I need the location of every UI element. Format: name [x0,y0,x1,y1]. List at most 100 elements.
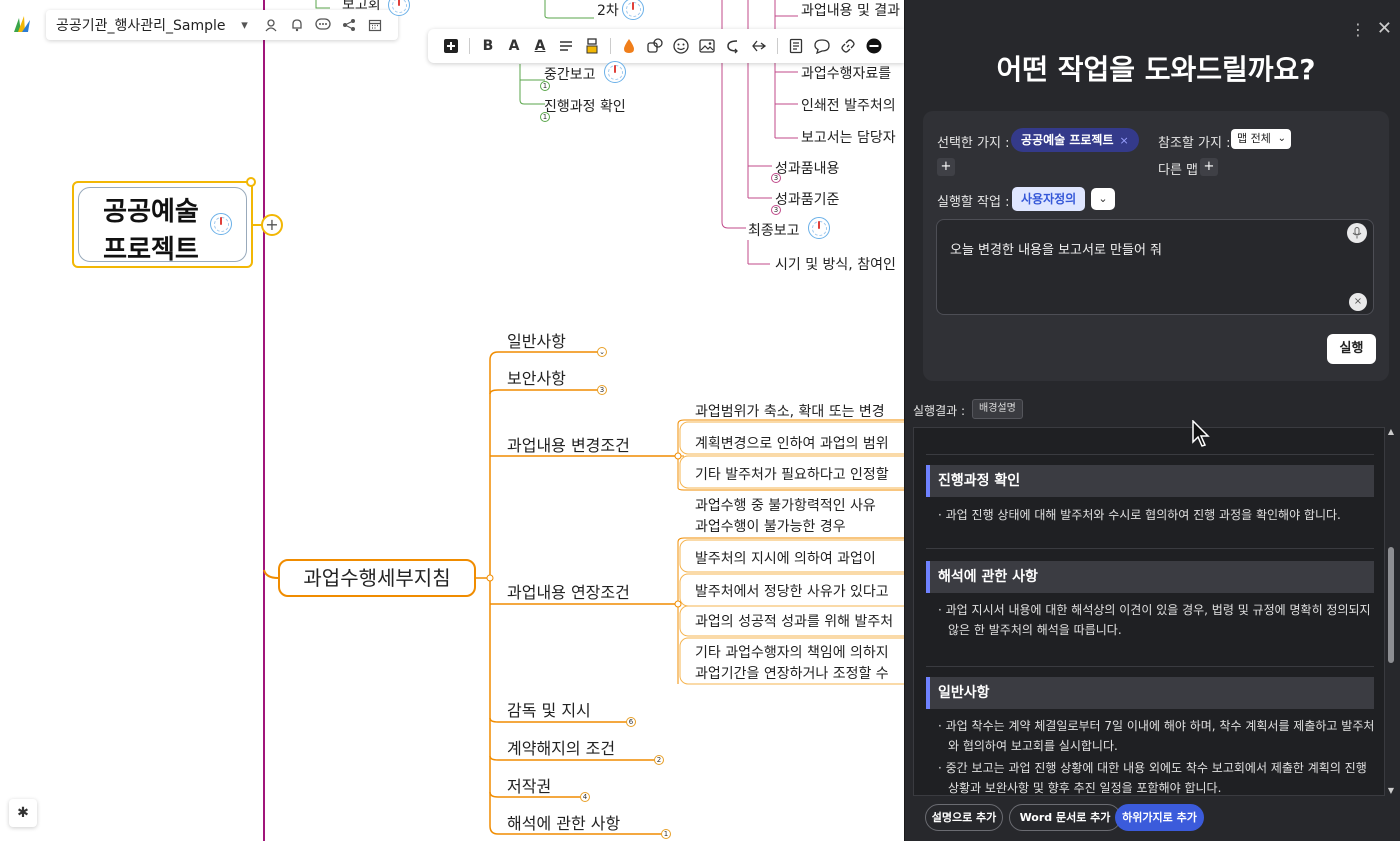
document-title[interactable]: 공공기관_행사관리_Sample [56,15,226,35]
root-resize-handle[interactable] [246,177,256,187]
format-painter-icon[interactable] [579,33,605,59]
count-badge[interactable]: 2 [654,755,664,765]
add-branch-button[interactable]: + [261,214,283,236]
count-badge[interactable]: 1 [540,81,550,91]
map-node-progress-check[interactable]: 진행과정 확인 [544,96,626,116]
document-title-box[interactable]: 공공기관_행사관리_Sample ▾ [46,10,398,40]
map-node-change-3[interactable]: 기타 발주처가 필요하다고 인정할 [695,464,889,484]
map-node-final-report[interactable]: 최종보고 [748,220,800,240]
bold-button[interactable]: B [475,33,501,59]
map-node-interim-report[interactable]: 중간보고 [544,64,596,84]
share-icon[interactable] [336,14,362,36]
map-node-extension-1[interactable]: 과업수행 중 불가항력적인 사유 [695,495,876,515]
run-button[interactable]: 실행 [1327,334,1376,364]
prompt-input[interactable]: 오늘 변경한 내용을 보고서로 만들어 줘 × [936,219,1374,315]
comment-bubble-icon[interactable] [809,33,835,59]
mindmap-canvas[interactable]: 공공기관_행사관리_Sample ▾ B A A 보고회 2차 중간보고 1 진… [0,0,904,841]
map-node-second[interactable]: 2차 [597,0,619,20]
map-node-extension-conditions[interactable]: 과업내용 연장조건 [507,579,630,603]
map-node-task-materials[interactable]: 과업수행자료를 [801,63,891,83]
count-badge[interactable]: 3 [771,205,781,215]
align-icon[interactable] [553,33,579,59]
map-node-extension-2[interactable]: 발주처의 지시에 의하여 과업이 [695,548,876,568]
map-node-extension-1b[interactable]: 과업수행이 불가능한 경우 [695,516,846,536]
add-as-word-button[interactable]: Word 문서로 추가 [1009,804,1121,831]
remove-chip-icon[interactable]: × [1120,134,1129,147]
image-icon[interactable] [694,33,720,59]
add-as-child-button[interactable]: 하위가지로 추가 [1115,804,1204,831]
map-node-timing-method[interactable]: 시기 및 방식, 참여인 [775,254,896,274]
map-node-deliverable-standard[interactable]: 성과품기준 [775,189,839,209]
add-as-description-button[interactable]: 설명으로 추가 [925,804,1003,831]
count-badge[interactable]: 4 [580,792,590,802]
comment-icon[interactable] [310,14,336,36]
link-icon[interactable] [835,33,861,59]
result-tag[interactable]: 배경설명 [972,399,1023,419]
root-node-label[interactable]: 공공예술 프로젝트 [88,193,214,269]
fill-color-icon[interactable] [616,33,642,59]
result-scrollbar[interactable]: ▲ ▼ [1386,427,1396,796]
result-content[interactable]: 진행과정 확인 · 과업 진행 상태에 대해 발주처와 수시로 협의하여 진행 … [913,427,1385,796]
relation-icon[interactable] [720,33,746,59]
add-other-map-button[interactable]: + [1200,158,1218,176]
map-node-change-1[interactable]: 과업범위가 축소, 확대 또는 변경 [695,401,885,421]
map-node-change-conditions[interactable]: 과업내용 변경조건 [507,432,630,456]
map-node-supervision[interactable]: 감독 및 지시 [507,697,591,721]
map-node-interpretation[interactable]: 해석에 관한 사항 [507,810,620,834]
more-options-icon[interactable]: ⋮ [1350,20,1366,39]
map-node-report-owner[interactable]: 보고서는 담당자 [801,127,896,147]
add-selected-branch-button[interactable]: + [937,158,955,176]
scroll-thumb[interactable] [1388,547,1394,663]
section-bullet: · 과업 진행 상태에 대해 발주처와 수시로 협의하여 진행 과정을 확인해야… [938,508,1341,522]
section-heading: 진행과정 확인 [926,465,1374,497]
microphone-icon[interactable] [1347,223,1367,243]
count-badge[interactable]: 3 [597,385,607,395]
bug-report-icon[interactable]: ✱ [9,799,37,827]
map-node-extension-5b[interactable]: 과업기간을 연장하거나 조정할 수 [695,663,889,683]
count-badge[interactable]: 3 [771,173,781,183]
reference-select[interactable]: 맵 전체 ⌄ [1231,129,1291,149]
user-icon[interactable] [258,14,284,36]
close-icon[interactable]: ✕ [1377,18,1392,39]
emoji-icon[interactable] [668,33,694,59]
bell-icon[interactable] [284,14,310,36]
map-node-task-content[interactable]: 과업내용 및 결과 [801,0,900,20]
map-node-extension-3[interactable]: 발주처에서 정당한 사유가 있다고 [695,581,889,601]
scroll-up-icon[interactable]: ▲ [1386,427,1396,437]
map-node-deliverable-content[interactable]: 성과품내용 [775,158,839,178]
clear-input-icon[interactable]: × [1349,293,1367,311]
scroll-down-icon[interactable]: ▼ [1386,786,1396,796]
remove-icon[interactable] [861,33,887,59]
selected-branch-chip[interactable]: 공공예술 프로젝트 × [1011,128,1139,152]
collapse-toggle[interactable]: ⌄ [597,347,607,357]
count-badge[interactable]: 1 [661,829,671,839]
map-node-change-2[interactable]: 계획변경으로 인하여 과업의 범위 [695,433,889,453]
prompt-text[interactable]: 오늘 변경한 내용을 보고서로 만들어 줘 [950,239,1162,258]
font-size-button[interactable]: A [501,33,527,59]
boundary-icon[interactable] [746,33,772,59]
map-node-extension-4[interactable]: 과업의 성공적 성과를 위해 발주처 [695,611,893,631]
count-badge[interactable]: 1 [540,112,550,122]
panel-title: 어떤 작업을 도와드릴까요? [996,53,1316,86]
map-node-pre-print[interactable]: 인쇄전 발주처의 [801,95,896,115]
map-node-task-guidelines[interactable]: 과업수행세부지침 [278,559,476,597]
map-node-termination[interactable]: 계약해지의 조건 [507,735,615,759]
note-icon[interactable] [783,33,809,59]
map-node-extension-5[interactable]: 기타 과업수행자의 책임에 의하지 [695,642,889,662]
task-chip[interactable]: 사용자정의 [1012,187,1086,211]
map-node-report-meeting[interactable]: 보고회 [342,0,381,14]
calendar-icon[interactable] [362,14,388,36]
caret-down-icon[interactable]: ▾ [232,14,258,36]
shape-icon[interactable] [642,33,668,59]
task-dropdown-button[interactable]: ⌄ [1091,188,1115,210]
root-node[interactable]: 공공예술 프로젝트 [72,181,253,268]
add-node-icon[interactable] [438,33,464,59]
result-label: 실행결과 : [913,404,966,418]
app-logo[interactable] [8,12,34,38]
font-color-button[interactable]: A [527,33,553,59]
map-node-copyright[interactable]: 저작권 [507,773,551,797]
map-node-security[interactable]: 보안사항 [507,365,566,389]
divider [926,454,1374,455]
map-node-general[interactable]: 일반사항 [507,328,566,352]
count-badge[interactable]: 6 [626,717,636,727]
